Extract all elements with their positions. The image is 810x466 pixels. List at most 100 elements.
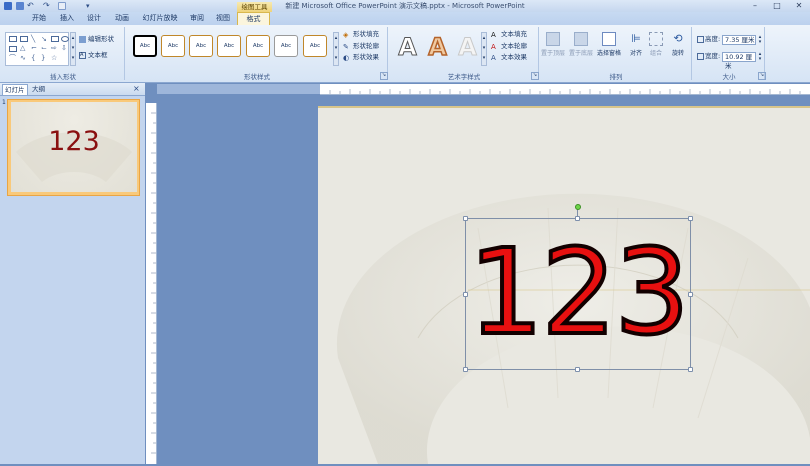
shape-outline-icon: ✎	[343, 43, 349, 51]
edit-shape-icon	[79, 36, 86, 43]
selection-pane-icon	[602, 32, 616, 46]
ruler-band	[157, 84, 320, 94]
shape-style-4[interactable]: Abc	[217, 35, 241, 57]
rotation-handle[interactable]	[575, 204, 581, 210]
resize-handle-right[interactable]	[688, 292, 693, 297]
shape-style-3[interactable]: Abc	[189, 35, 213, 57]
rectangle-shape-icon[interactable]	[9, 36, 17, 42]
resize-handle-bottom[interactable]	[575, 367, 580, 372]
down-arrow-shape-icon[interactable]: ⇩	[61, 44, 67, 52]
bring-to-front-icon	[546, 32, 560, 46]
right-arrow-shape-icon[interactable]: ⇨	[51, 44, 57, 52]
close-button[interactable]: ✕	[788, 0, 810, 11]
width-label: 宽度:	[705, 52, 721, 60]
resize-handle-bottom-left[interactable]	[463, 367, 468, 372]
height-field[interactable]: 7.35 厘米	[722, 35, 756, 45]
elbow-shape-icon[interactable]: ⌙	[41, 44, 47, 52]
height-spinner[interactable]: ▴ ▾	[757, 35, 763, 45]
tab-slides[interactable]: 幻灯片	[2, 84, 28, 95]
text-fill-button[interactable]: 文本填充	[501, 30, 527, 39]
style-gallery-scroll[interactable]: ▴ ▾ ▾	[333, 32, 339, 66]
freeform-shape-icon[interactable]: ∿	[20, 54, 26, 62]
shapes-gallery[interactable]: ╲ ↘ △ ⌐ ⌙ ⇨ ⇩ ⌒ ∿ { } ☆	[5, 32, 69, 66]
rotate-button[interactable]: ⟲ 旋转	[666, 31, 690, 71]
shape-style-6[interactable]: Abc	[274, 35, 298, 57]
group-label-size: 大小	[722, 73, 736, 81]
arrow-shape-icon[interactable]: ↘	[41, 35, 47, 43]
height-label: 高度:	[705, 35, 721, 43]
tab-design[interactable]: 设计	[83, 13, 105, 24]
tab-slideshow[interactable]: 幻灯片放映	[139, 13, 181, 24]
wordart-gallery-scroll[interactable]: ▴ ▾ ▾	[481, 32, 487, 66]
brace-shape-icon[interactable]: }	[41, 54, 45, 62]
group-label-arrange: 排列	[609, 73, 623, 81]
text-fill-icon: A	[491, 31, 496, 39]
wordart-style-plain[interactable]: A	[394, 33, 421, 62]
group-button[interactable]: 组合	[644, 31, 668, 71]
tab-view[interactable]: 视图	[212, 13, 234, 24]
connector-shape-icon[interactable]: ⌐	[31, 44, 37, 52]
resize-handle-left[interactable]	[463, 292, 468, 297]
resize-handle-top[interactable]	[575, 216, 580, 221]
size-launcher[interactable]: ↘	[758, 72, 766, 80]
close-pane-icon[interactable]: ×	[133, 84, 142, 94]
tab-review[interactable]: 审阅	[186, 13, 208, 24]
star-shape-icon[interactable]: ☆	[51, 54, 57, 62]
tab-insert[interactable]: 插入	[56, 13, 78, 24]
horizontal-ruler[interactable]	[320, 84, 810, 95]
wordart-styles-launcher[interactable]: ↘	[531, 72, 539, 80]
triangle-shape-icon[interactable]: △	[20, 44, 25, 52]
tab-animations[interactable]: 动画	[111, 13, 133, 24]
bring-to-front-button[interactable]: 置于顶层	[541, 31, 565, 71]
shape-style-1[interactable]: Abc	[133, 35, 157, 57]
width-icon	[697, 53, 704, 60]
slide-text-123[interactable]: 123	[465, 221, 691, 363]
edit-shape-button[interactable]: 编辑形状	[88, 35, 114, 44]
text-effects-icon: A	[491, 54, 496, 62]
line-shape-icon[interactable]: ╲	[31, 35, 35, 43]
shape-effects-button[interactable]: 形状效果	[353, 53, 379, 62]
width-field[interactable]: 10.92 厘米	[722, 52, 756, 70]
rounded-rect-shape-icon[interactable]	[51, 36, 59, 42]
text-outline-button[interactable]: 文本轮廓	[501, 42, 527, 51]
text-outline-icon: A	[491, 43, 496, 51]
window-title: 新建 Microsoft Office PowerPoint 演示文稿.pptx…	[285, 2, 525, 10]
wordart-style-light[interactable]: A	[454, 33, 481, 62]
shape-style-2[interactable]: Abc	[161, 35, 185, 57]
text-effects-button[interactable]: 文本效果	[501, 53, 527, 62]
bracket-shape-icon[interactable]: {	[31, 54, 35, 62]
shapes-gallery-scroll[interactable]: ▴ ▾ ▾	[70, 32, 76, 66]
shape-style-5[interactable]: Abc	[246, 35, 270, 57]
tab-outline[interactable]: 大纲	[30, 84, 47, 94]
resize-handle-top-right[interactable]	[688, 216, 693, 221]
shape-style-7[interactable]: Abc	[303, 35, 327, 57]
square-shape-icon[interactable]	[9, 46, 17, 52]
maximize-button[interactable]: □	[766, 0, 788, 11]
rotate-label: 旋转	[671, 50, 684, 57]
shape-fill-icon: ◈	[343, 31, 349, 39]
group-label: 组合	[649, 50, 662, 57]
tab-home[interactable]: 开始	[28, 13, 50, 24]
shape-fill-button[interactable]: 形状填充	[353, 30, 379, 39]
vertical-ruler-ticks	[151, 112, 156, 454]
selection-pane-button[interactable]: 选择窗格	[597, 31, 621, 71]
oval-shape-icon[interactable]	[61, 36, 69, 42]
shape-styles-launcher[interactable]: ↘	[380, 72, 388, 80]
text-box-button[interactable]: 文本框	[88, 51, 108, 60]
wordart-style-orange[interactable]: A	[424, 32, 451, 62]
selection-pane-label: 选择窗格	[597, 50, 622, 57]
rotate-icon: ⟲	[673, 32, 683, 45]
curve-shape-icon[interactable]: ⌒	[9, 54, 16, 62]
minimize-button[interactable]: –	[744, 0, 766, 11]
vertical-ruler[interactable]	[146, 103, 157, 464]
shape-effects-icon: ◐	[343, 54, 350, 62]
group-label-wordart-styles: 艺术字样式	[447, 73, 481, 81]
resize-handle-bottom-right[interactable]	[688, 367, 693, 372]
tab-format[interactable]: 格式	[237, 12, 270, 25]
send-to-back-button[interactable]: 置于底层	[569, 31, 593, 71]
shape-outline-button[interactable]: 形状轮廓	[353, 42, 379, 51]
textbox-shape-icon[interactable]	[20, 36, 28, 42]
width-spinner[interactable]: ▴ ▾	[757, 52, 763, 62]
send-to-back-icon	[574, 32, 588, 46]
resize-handle-top-left[interactable]	[463, 216, 468, 221]
